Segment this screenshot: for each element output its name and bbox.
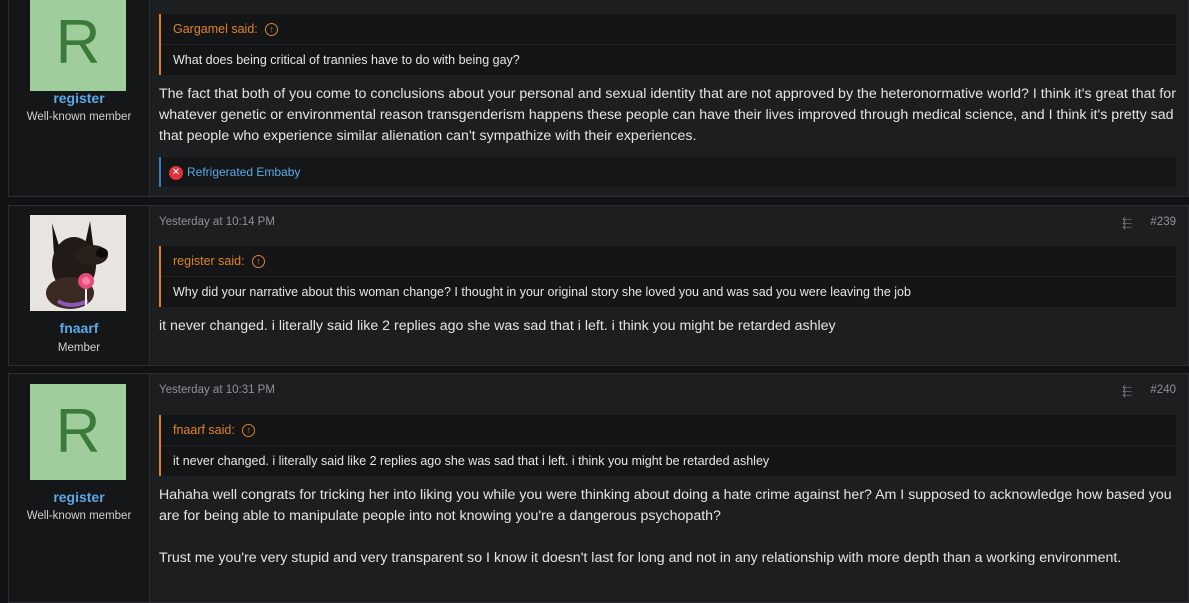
post-date[interactable]: Yesterday at 10:14 PM <box>159 216 275 228</box>
quote-author[interactable]: fnaarf said: <box>173 423 235 437</box>
avatar[interactable]: R <box>30 384 126 480</box>
post-body: Yesterday at 10:14 PM ⬱ #239 register sa… <box>159 206 1176 365</box>
share-icon[interactable]: ⬱ <box>1122 384 1132 399</box>
quote-header[interactable]: fnaarf said: ↑ <box>161 415 1176 445</box>
avatar[interactable] <box>30 215 126 311</box>
user-title: Well-known member <box>26 111 132 123</box>
quote-block: Gargamel said: ↑ What does being critica… <box>159 14 1176 75</box>
post-238: R register Well-known member Gargamel sa… <box>8 0 1189 197</box>
message-text: The fact that both of you come to conclu… <box>159 86 1176 144</box>
message-paragraph: Hahaha well congrats for tricking her in… <box>159 487 1172 524</box>
post-meta: Yesterday at 10:31 PM ⬱ #240 <box>159 384 1176 400</box>
user-title: Well-known member <box>26 510 132 522</box>
quote-author[interactable]: register said: <box>173 254 245 268</box>
quote-text: Why did your narrative about this woman … <box>161 276 1176 307</box>
post-body: Gargamel said: ↑ What does being critica… <box>159 0 1176 196</box>
user-cell: R register Well-known member <box>9 0 150 196</box>
user-cell: R register Well-known member <box>9 374 150 602</box>
arrow-up-circle-icon[interactable]: ↑ <box>252 255 266 269</box>
arrow-up-circle-icon[interactable]: ↑ <box>265 23 279 37</box>
post-meta: Yesterday at 10:14 PM ⬱ #239 <box>159 216 1176 232</box>
avatar[interactable]: R <box>30 0 126 91</box>
reaction-bar[interactable]: ✕ Refrigerated Embaby <box>159 157 1176 187</box>
reaction-user[interactable]: Refrigerated Embaby <box>187 165 300 179</box>
arrow-up-circle-icon[interactable]: ↑ <box>242 424 256 438</box>
quote-header[interactable]: Gargamel said: ↑ <box>161 14 1176 44</box>
post-240: R register Well-known member Yesterday a… <box>8 373 1189 603</box>
x-circle-icon: ✕ <box>169 165 183 180</box>
message-paragraph: Trust me you're very stupid and very tra… <box>159 550 1122 566</box>
message-text: it never changed. i literally said like … <box>159 318 836 334</box>
share-icon[interactable]: ⬱ <box>1122 216 1132 231</box>
dog-avatar-image <box>30 215 126 311</box>
username[interactable]: register <box>9 90 149 106</box>
quote-author[interactable]: Gargamel said: <box>173 22 258 36</box>
username[interactable]: register <box>9 489 149 505</box>
quote-block: register said: ↑ Why did your narrative … <box>159 246 1176 307</box>
quote-block: fnaarf said: ↑ it never changed. i liter… <box>159 415 1176 476</box>
username[interactable]: fnaarf <box>9 320 149 336</box>
post-number[interactable]: #239 <box>1150 216 1176 228</box>
post-number[interactable]: #240 <box>1150 384 1176 396</box>
quote-text: it never changed. i literally said like … <box>161 445 1176 476</box>
post-date[interactable]: Yesterday at 10:31 PM <box>159 384 275 396</box>
user-cell: fnaarf Member <box>9 206 150 365</box>
user-title: Member <box>57 342 101 354</box>
post-239: fnaarf Member Yesterday at 10:14 PM ⬱ #2… <box>8 205 1189 366</box>
post-body: Yesterday at 10:31 PM ⬱ #240 fnaarf said… <box>159 374 1176 602</box>
quote-header[interactable]: register said: ↑ <box>161 246 1176 276</box>
quote-text: What does being critical of trannies hav… <box>161 44 1176 75</box>
